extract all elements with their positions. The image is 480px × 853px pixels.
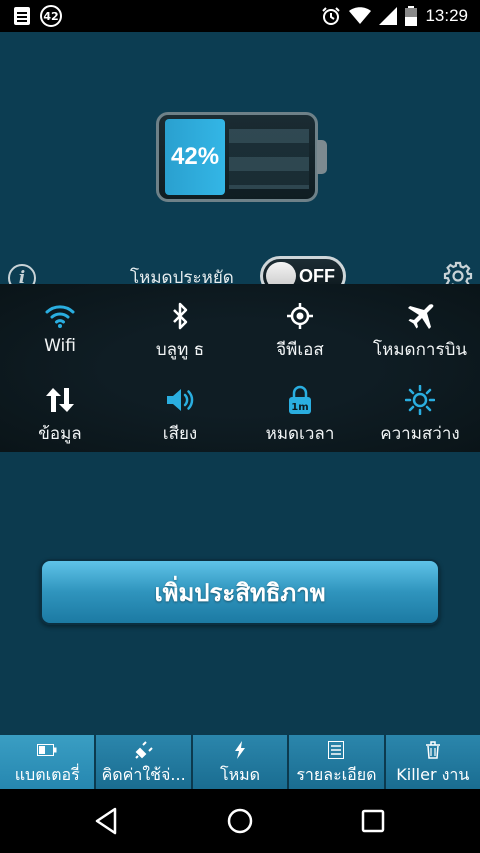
tab-label: แบตเตอรี่ — [14, 765, 80, 784]
wifi-icon — [45, 305, 75, 328]
quick-setting-label: Wifi — [44, 336, 76, 356]
wifi-signal-icon — [349, 7, 372, 24]
system-navigation-bar — [0, 789, 480, 853]
tab-label: Killer งาน — [396, 765, 470, 784]
quick-setting-label: ข้อมูล — [38, 424, 82, 444]
quick-setting-bluetooth[interactable]: บลูทู ธ — [120, 288, 240, 368]
bolt-icon — [235, 741, 246, 759]
boost-button-label: เพิ่มประสิทธิภาพ — [154, 578, 326, 607]
list-icon — [328, 741, 345, 759]
bluetooth-icon — [173, 302, 188, 330]
timeout-lock-icon: 1m — [289, 385, 311, 414]
battery-level-text: 42% — [171, 143, 220, 170]
status-bar: 42 13:29 — [0, 0, 480, 32]
battery-status-icon — [405, 6, 418, 26]
alarm-icon — [322, 7, 341, 25]
battery-graphic: 42% — [156, 112, 318, 202]
home-icon[interactable] — [224, 805, 256, 837]
trash-icon — [425, 741, 440, 759]
quick-setting-data[interactable]: ข้อมูล — [0, 372, 120, 452]
quick-setting-sound[interactable]: เสียง — [120, 372, 240, 452]
quick-settings-panel: Wifi บลูทู ธ จีพีเอส โหมดการบิน ข้อมูล เ… — [0, 284, 480, 452]
notification-count-badge: 42 — [40, 5, 62, 27]
battery-icon — [37, 744, 57, 756]
tab-label: รายละเอียด — [296, 765, 377, 784]
quick-setting-label: จีพีเอส — [276, 340, 324, 360]
tab-label: โหมด — [219, 765, 261, 784]
bottom-tab-bar: แบตเตอรี่ คิดค่าใช้จ่... โหมด รายละเอียด — [0, 735, 480, 789]
tab-battery[interactable]: แบตเตอรี่ — [0, 735, 97, 789]
quick-setting-label: โหมดการบิน — [373, 340, 467, 360]
tab-cost[interactable]: คิดค่าใช้จ่... — [96, 735, 193, 789]
quick-setting-brightness[interactable]: ความสว่าง — [360, 372, 480, 452]
timeout-badge: 1m — [291, 402, 308, 413]
tab-mode[interactable]: โหมด — [192, 735, 290, 789]
brightness-icon — [405, 385, 435, 415]
boost-button[interactable]: เพิ่มประสิทธิภาพ — [40, 559, 440, 625]
data-icon — [46, 388, 74, 412]
recent-apps-icon[interactable] — [357, 805, 389, 837]
battery-panel: 42% i โหมดประหยัด OFF — [0, 32, 480, 296]
quick-setting-label: เสียง — [162, 424, 198, 444]
plug-icon — [134, 741, 153, 759]
cell-signal-icon — [379, 7, 398, 25]
back-icon[interactable] — [91, 805, 123, 837]
quick-setting-gps[interactable]: จีพีเอส — [240, 288, 360, 368]
quick-setting-timeout[interactable]: 1m หมดเวลา — [240, 372, 360, 452]
sound-icon — [167, 389, 194, 411]
tab-task-killer[interactable]: Killer งาน — [385, 735, 480, 789]
quick-setting-wifi[interactable]: Wifi — [0, 288, 120, 368]
tab-label: คิดค่าใช้จ่... — [101, 765, 186, 784]
tab-details[interactable]: รายละเอียด — [289, 735, 386, 789]
gps-icon — [287, 303, 313, 329]
clock: 13:29 — [425, 6, 468, 25]
document-notification-icon — [14, 7, 30, 25]
battery-tip — [317, 140, 327, 174]
quick-setting-airplane[interactable]: โหมดการบิน — [360, 288, 480, 368]
quick-setting-label: บลูทู ธ — [155, 340, 205, 360]
airplane-icon — [408, 304, 434, 329]
quick-setting-label: หมดเวลา — [265, 424, 335, 444]
quick-setting-label: ความสว่าง — [380, 424, 460, 444]
